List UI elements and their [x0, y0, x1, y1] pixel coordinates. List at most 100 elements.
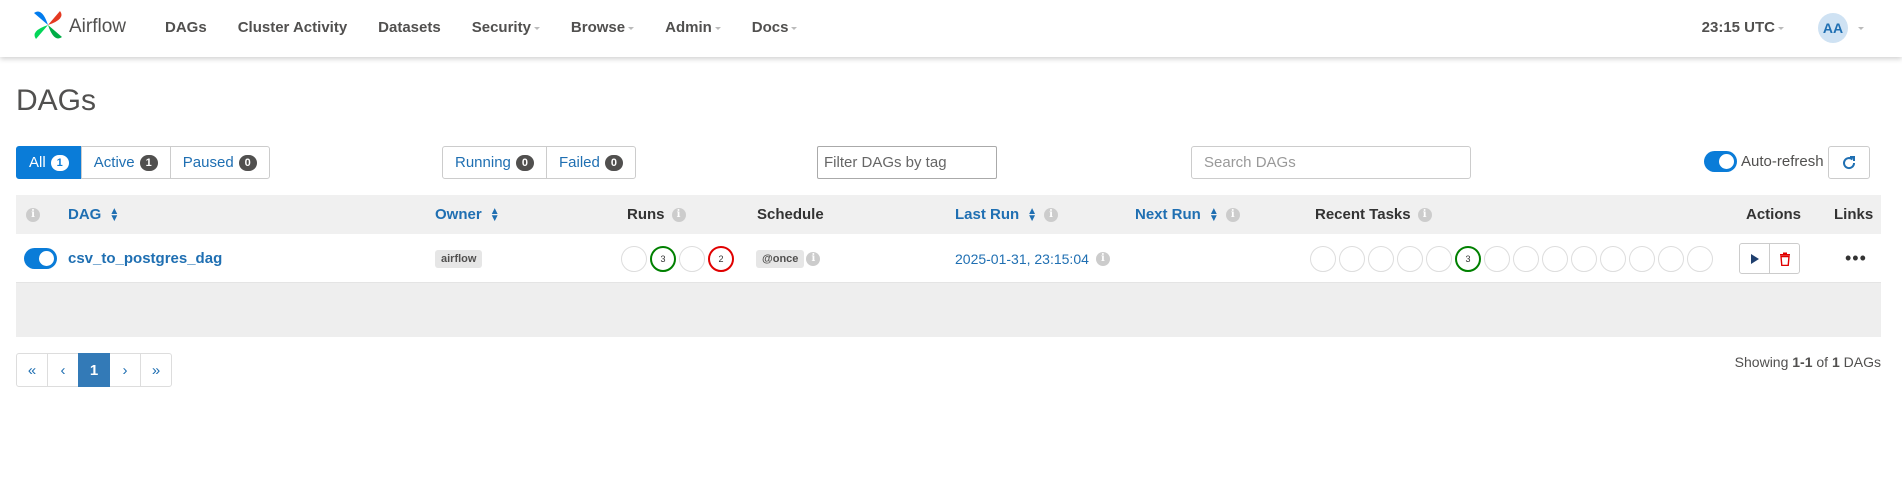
nav-security[interactable]: Security	[472, 19, 540, 36]
owner-cell: airflow	[435, 234, 483, 283]
task-status-circle[interactable]	[1600, 245, 1626, 272]
filter-all-button[interactable]: All 1	[16, 146, 82, 179]
status-filter-group: All 1 Active 1 Paused 0	[16, 146, 270, 179]
nav-browse-label: Browse	[570, 19, 626, 36]
task-status-circle[interactable]	[1513, 245, 1539, 272]
nav-cluster-activity-label: Cluster Activity	[237, 19, 348, 36]
play-icon	[1750, 253, 1759, 264]
header-recent-tasks: Recent Tasks i	[1315, 195, 1432, 234]
task-status-circle[interactable]: 3	[1455, 245, 1481, 272]
links-cell: •••	[1845, 234, 1867, 283]
nav-docs[interactable]: Docs	[752, 19, 798, 36]
filter-paused-button[interactable]: Paused 0	[169, 146, 270, 179]
current-page-button[interactable]: 1	[78, 353, 110, 387]
sort-icon: ▲ ▼	[489, 205, 500, 224]
run-status-circle[interactable]	[621, 245, 647, 272]
nav-datasets[interactable]: Datasets	[378, 19, 441, 36]
task-status-circle[interactable]	[1484, 245, 1510, 272]
task-status-circle[interactable]	[1658, 245, 1684, 272]
more-horizontal-icon[interactable]: •••	[1845, 248, 1867, 269]
dag-link[interactable]: csv_to_postgres_dag	[68, 250, 222, 267]
airflow-logo-icon	[34, 11, 62, 39]
header-next-run-label: Next Run	[1135, 206, 1201, 223]
refresh-icon	[1843, 155, 1856, 169]
dag-active-toggle[interactable]	[24, 248, 57, 269]
nav-admin-label: Admin	[665, 19, 712, 36]
auto-refresh-toggle[interactable]	[1704, 151, 1737, 172]
info-icon: i	[806, 251, 821, 266]
caret-down-icon	[1778, 27, 1784, 30]
count-badge: 0	[515, 154, 535, 171]
trigger-dag-button[interactable]	[1739, 243, 1770, 274]
last-page-button[interactable]: »	[140, 353, 172, 387]
table-row: csv_to_postgres_dag airflow 3 2 @once i …	[16, 234, 1881, 283]
next-page-button[interactable]: ›	[109, 353, 141, 387]
nav-dags[interactable]: DAGs	[165, 19, 207, 36]
run-status-circle[interactable]	[679, 245, 705, 272]
nav-admin[interactable]: Admin	[665, 19, 721, 36]
last-run-cell: 2025-01-31, 23:15:04 i	[955, 234, 1110, 283]
brand[interactable]: Airflow	[28, 5, 126, 45]
owner-label[interactable]: airflow	[435, 249, 483, 268]
task-status-circle[interactable]	[1426, 245, 1452, 272]
search-input[interactable]	[1191, 146, 1471, 179]
header-recent-tasks-label: Recent Tasks	[1315, 206, 1411, 223]
nav-datasets-label: Datasets	[378, 19, 441, 36]
caret-down-icon	[1858, 27, 1864, 30]
last-run-link[interactable]: 2025-01-31, 23:15:04	[955, 251, 1089, 267]
run-status-circle[interactable]: 3	[650, 245, 676, 272]
nav-browse[interactable]: Browse	[570, 19, 635, 36]
runs-cell: 3 2	[621, 234, 737, 283]
header-last-run-label: Last Run	[955, 206, 1020, 223]
task-status-circle[interactable]	[1687, 245, 1713, 272]
run-status-circle[interactable]: 2	[708, 245, 734, 272]
showing-count: Showing 1-1 of 1 DAGs	[1735, 354, 1881, 374]
header-last-run[interactable]: Last Run ▲ ▼ i	[955, 195, 1059, 234]
task-status-circle[interactable]	[1629, 245, 1655, 272]
recent-tasks-cell: 3	[1310, 234, 1716, 283]
showing-middle: of	[1812, 354, 1832, 370]
nav-cluster-activity[interactable]: Cluster Activity	[238, 19, 347, 36]
filter-active-button[interactable]: Active 1	[80, 146, 171, 179]
count-badge: 0	[238, 154, 257, 171]
header-dag-label: DAG	[68, 206, 102, 223]
filter-paused-label: Paused	[182, 154, 234, 171]
info-icon: i	[671, 207, 686, 222]
header-next-run[interactable]: Next Run ▲ ▼ i	[1135, 195, 1240, 234]
clock-dropdown[interactable]: 23:15 UTC	[1702, 19, 1784, 36]
main-nav: DAGs Cluster Activity Datasets Security …	[165, 0, 828, 55]
first-page-button[interactable]: «	[16, 353, 48, 387]
filter-failed-button[interactable]: Failed 0	[546, 146, 636, 179]
caret-down-icon	[791, 27, 798, 30]
header-links-label: Links	[1834, 206, 1874, 223]
header-schedule: Schedule	[757, 195, 824, 234]
task-status-circle[interactable]	[1397, 245, 1423, 272]
task-status-circle[interactable]	[1339, 245, 1365, 272]
refresh-button[interactable]	[1828, 146, 1870, 179]
auto-refresh-label: Auto-refresh	[1741, 153, 1824, 170]
caret-down-icon	[628, 27, 635, 30]
task-status-circle[interactable]	[1310, 245, 1336, 272]
filter-running-label: Running	[455, 154, 511, 171]
task-status-circle[interactable]	[1571, 245, 1597, 272]
delete-dag-button[interactable]	[1769, 243, 1800, 274]
user-menu[interactable]: AA	[1818, 12, 1864, 43]
header-dag[interactable]: DAG ▲ ▼	[68, 195, 119, 234]
count-badge: 0	[604, 154, 623, 171]
header-owner[interactable]: Owner ▲ ▼	[435, 195, 500, 234]
showing-total: 1	[1831, 354, 1840, 370]
tag-filter-input[interactable]	[817, 146, 997, 179]
info-icon: i	[1225, 207, 1240, 222]
showing-range: 1-1	[1792, 354, 1813, 370]
filter-running-button[interactable]: Running 0	[442, 146, 548, 179]
showing-prefix: Showing	[1734, 354, 1793, 370]
table-empty-area	[16, 283, 1881, 337]
sort-icon: ▲ ▼	[1208, 205, 1219, 224]
prev-page-button[interactable]: ‹	[47, 353, 79, 387]
showing-suffix: DAGs	[1839, 354, 1881, 370]
dag-active-toggle-cell	[24, 234, 57, 283]
task-status-circle[interactable]	[1542, 245, 1568, 272]
task-status-circle[interactable]	[1368, 245, 1394, 272]
header-info: i	[26, 195, 40, 234]
run-filter-group: Running 0 Failed 0	[442, 146, 636, 179]
